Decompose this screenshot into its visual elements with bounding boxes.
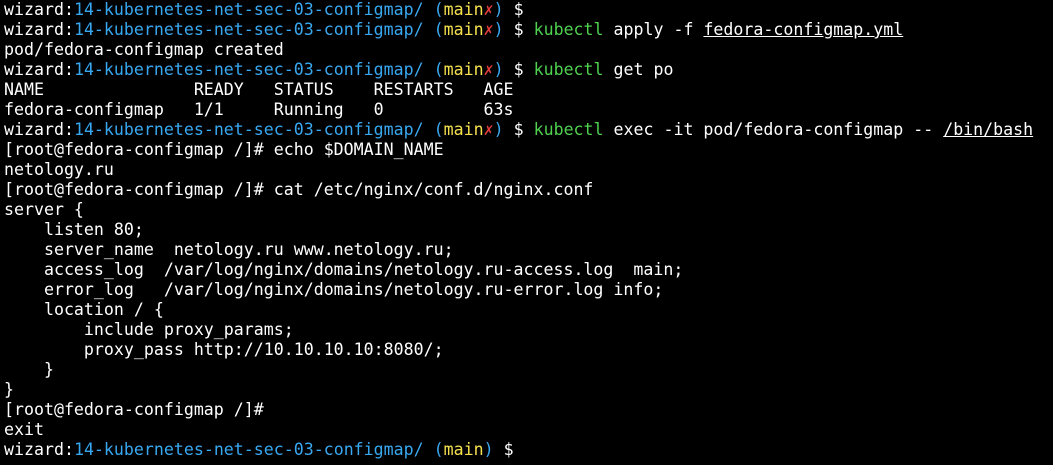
prompt-dirty-mark: ✗: [483, 0, 494, 19]
prompt-branch: main: [443, 60, 484, 79]
prompt-dirty-mark: ✗: [483, 20, 494, 39]
output-line: listen 80;: [4, 220, 144, 239]
shell-line: [root@fedora-configmap /]# cat /etc/ngin…: [4, 180, 594, 199]
prompt-git-close: ): [493, 60, 504, 79]
output-line: pod/fedora-configmap created: [4, 40, 284, 59]
prompt-git-close: ): [493, 120, 504, 139]
table-row: fedora-configmap 1/1 Running 0 63s: [4, 100, 514, 119]
prompt-dirty-mark: ✗: [483, 120, 494, 139]
terminal-window[interactable]: wizard:14-kubernetes-net-sec-03-configma…: [0, 0, 1053, 465]
prompt-branch: main: [443, 20, 484, 39]
prompt-path: 14-kubernetes-net-sec-03-configmap/: [73, 440, 424, 459]
prompt-sep: :: [63, 0, 74, 19]
prompt-sep: :: [63, 20, 74, 39]
prompt-git-open: (: [433, 60, 444, 79]
prompt-git-close: ): [493, 20, 504, 39]
prompt-user: wizard: [4, 440, 64, 459]
prompt-git-open: (: [433, 20, 444, 39]
prompt-user: wizard: [4, 60, 64, 79]
prompt-user: wizard: [4, 20, 64, 39]
command-args: exec -it pod/fedora-configmap --: [603, 120, 944, 139]
prompt-branch: main: [443, 120, 484, 139]
prompt-branch: main: [443, 0, 484, 19]
shell-line: [root@fedora-configmap /]# echo $DOMAIN_…: [4, 140, 444, 159]
command-line: wizard:14-kubernetes-net-sec-03-configma…: [4, 60, 1053, 80]
prompt-git-open: (: [433, 0, 444, 19]
prompt-line: wizard:14-kubernetes-net-sec-03-configma…: [4, 0, 1053, 20]
prompt-symbol: $: [513, 0, 524, 19]
prompt-symbol: $: [513, 120, 524, 139]
prompt-line[interactable]: wizard:14-kubernetes-net-sec-03-configma…: [4, 440, 1053, 460]
prompt-user: wizard: [4, 120, 64, 139]
prompt-git-close: ): [493, 0, 504, 19]
prompt-path: 14-kubernetes-net-sec-03-configmap/: [73, 20, 424, 39]
output-line: include proxy_params;: [4, 320, 294, 339]
prompt-dirty-mark: ✗: [483, 60, 494, 79]
output-line: server_name netology.ru www.netology.ru;: [4, 240, 454, 259]
output-line: }: [4, 360, 54, 379]
prompt-path: 14-kubernetes-net-sec-03-configmap/: [73, 60, 424, 79]
output-line: access_log /var/log/nginx/domains/netolo…: [4, 260, 684, 279]
output-line: netology.ru: [4, 160, 114, 179]
file-link[interactable]: fedora-configmap.yml: [703, 20, 903, 39]
prompt-git-open: (: [433, 120, 444, 139]
command-args: get po: [603, 60, 674, 79]
prompt-branch: main: [443, 440, 484, 459]
file-link[interactable]: /bin/bash: [943, 120, 1033, 139]
command-line: wizard:14-kubernetes-net-sec-03-configma…: [4, 120, 1053, 140]
prompt-sep: :: [63, 120, 74, 139]
command-line: wizard:14-kubernetes-net-sec-03-configma…: [4, 20, 1053, 40]
output-line: }: [4, 380, 14, 399]
output-line: location / {: [4, 300, 164, 319]
prompt-symbol: $: [503, 440, 514, 459]
shell-line: [root@fedora-configmap /]#: [4, 400, 264, 419]
output-line: exit: [4, 420, 44, 439]
prompt-git-open: (: [433, 440, 444, 459]
output-line: error_log /var/log/nginx/domains/netolog…: [4, 280, 664, 299]
command-name: kubectl: [533, 120, 604, 139]
table-header: NAME READY STATUS RESTARTS AGE: [4, 80, 514, 99]
command-name: kubectl: [533, 60, 604, 79]
prompt-sep: :: [63, 60, 74, 79]
prompt-sep: :: [63, 440, 74, 459]
output-line: server {: [4, 200, 84, 219]
prompt-git-close: ): [483, 440, 494, 459]
command-name: kubectl: [533, 20, 604, 39]
prompt-symbol: $: [513, 60, 524, 79]
prompt-path: 14-kubernetes-net-sec-03-configmap/: [73, 0, 424, 19]
output-line: proxy_pass http://10.10.10.10:8080/;: [4, 340, 444, 359]
command-args: apply -f: [603, 20, 704, 39]
prompt-user: wizard: [4, 0, 64, 19]
prompt-symbol: $: [513, 20, 524, 39]
prompt-path: 14-kubernetes-net-sec-03-configmap/: [73, 120, 424, 139]
